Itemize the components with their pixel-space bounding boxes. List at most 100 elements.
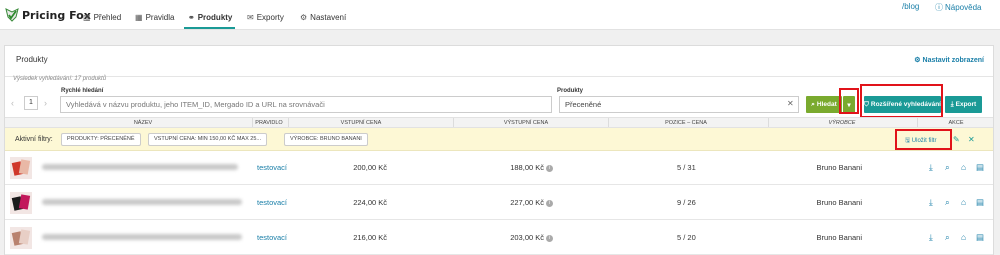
- store-icon[interactable]: ▤: [976, 197, 984, 208]
- column-header-name[interactable]: NÁZEV: [134, 120, 152, 126]
- page-number[interactable]: 1: [24, 96, 38, 110]
- filter-chip[interactable]: PRODUKTY: PŘECENĚNÉ: [61, 133, 141, 146]
- bank-icon[interactable]: ⌂: [961, 232, 966, 242]
- nav-label: Produkty: [197, 12, 233, 22]
- output-price-cell: 203,00 Kč i: [465, 233, 553, 242]
- export-label: Export: [955, 101, 977, 108]
- divider: [252, 118, 253, 127]
- output-price-cell: 227,00 Kč i: [465, 198, 553, 207]
- clear-icon[interactable]: ✕: [787, 99, 794, 108]
- divider: [608, 118, 609, 127]
- help-label: Nápověda: [945, 3, 982, 12]
- save-filter-button[interactable]: 🖫 Uložit filtr: [905, 136, 936, 146]
- input-price: 200,00 Kč: [353, 163, 387, 172]
- zoom-icon[interactable]: ⌕: [945, 232, 950, 243]
- fox-logo-icon: [5, 8, 19, 22]
- filter-chip[interactable]: VSTUPNÍ CENA: MIN 150,00 KČ MAX 25...: [148, 133, 267, 146]
- envelope-icon: ✉: [247, 12, 254, 22]
- zoom-icon[interactable]: ⌕: [945, 162, 950, 173]
- position-price: 9 / 26: [677, 198, 696, 207]
- zoom-icon[interactable]: ⌕: [945, 197, 950, 208]
- active-filters-label: Aktivní filtry:: [15, 136, 53, 143]
- product-thumbnail: [10, 192, 32, 214]
- filter-icon: ⛉: [864, 100, 869, 108]
- display-settings-label: Nastavit zobrazení: [922, 57, 984, 64]
- info-icon[interactable]: i: [546, 164, 553, 172]
- thumb-shape: [18, 194, 31, 210]
- products-select[interactable]: Přeceněné: [559, 96, 799, 113]
- filter-chip[interactable]: VÝROBCE: BRUNO BANANI: [284, 133, 368, 146]
- column-header-actions: AKCE: [948, 120, 964, 126]
- info-icon[interactable]: i: [546, 234, 553, 242]
- quick-search-label: Rychlé hledání: [61, 88, 104, 94]
- position-price: 5 / 31: [677, 163, 696, 172]
- divider: [5, 76, 993, 77]
- info-icon[interactable]: i: [546, 199, 553, 207]
- nav-label: Pravidla: [145, 12, 175, 22]
- output-price: 227,00 Kč: [510, 198, 544, 207]
- divider: [453, 118, 454, 127]
- download-icon[interactable]: ⤓: [929, 162, 933, 173]
- save-icon: 🖫: [905, 138, 911, 144]
- manufacturer: Bruno Banani: [816, 233, 862, 242]
- column-header-manufacturer[interactable]: VÝROBCE: [829, 120, 856, 126]
- nav-item-produkty[interactable]: ⚭ Produkty: [188, 10, 232, 24]
- table-icon: ▦: [135, 12, 143, 22]
- products-filter-label: Produkty: [557, 88, 584, 94]
- search-icon: ⌕: [811, 100, 815, 108]
- download-icon: ⤓: [950, 100, 954, 108]
- display-settings-button[interactable]: ⚙ Nastavit zobrazení: [914, 56, 984, 64]
- rule-link[interactable]: testovací: [257, 198, 287, 207]
- position-price: 5 / 20: [677, 233, 696, 242]
- bank-icon[interactable]: ⌂: [961, 197, 966, 207]
- download-icon[interactable]: ⤓: [929, 197, 933, 208]
- cogs-icon: ⚙: [914, 57, 921, 64]
- rule-link[interactable]: testovací: [257, 233, 287, 242]
- search-button[interactable]: ⌕ Hledat: [806, 96, 842, 113]
- edit-icon[interactable]: ✎: [953, 135, 960, 144]
- quick-search-input[interactable]: Vyhledává v názvu produktu, jeho ITEM_ID…: [60, 96, 552, 113]
- nav-item-pravidla[interactable]: ▦ Pravidla: [135, 10, 174, 24]
- logo[interactable]: Pricing Fox: [5, 6, 91, 24]
- prev-page-icon[interactable]: ‹: [11, 98, 14, 108]
- advanced-search-button[interactable]: ⛉ Rozšířené vyhledávání: [864, 96, 941, 113]
- nav-label: Přehled: [93, 12, 122, 22]
- table-row[interactable]: testovací 200,00 Kč 188,00 Kč i 5 / 31 Br…: [5, 151, 993, 185]
- thumb-shape: [18, 159, 31, 175]
- bank-icon[interactable]: ⌂: [961, 162, 966, 172]
- table-header: NÁZEV PRAVIDLO VSTUPNÍ CENA VÝSTUPNÍ CEN…: [5, 117, 993, 128]
- blog-link[interactable]: /blog: [902, 2, 919, 11]
- search-button-label: Hledat: [816, 101, 837, 108]
- bar-chart-icon: ▥: [83, 12, 91, 22]
- next-page-icon[interactable]: ›: [44, 98, 47, 108]
- table-row[interactable]: testovací 216,00 Kč 203,00 Kč i 5 / 20 Br…: [5, 221, 993, 255]
- output-price-cell: 188,00 Kč i: [465, 163, 553, 172]
- store-icon[interactable]: ▤: [976, 162, 984, 173]
- input-price: 216,00 Kč: [353, 233, 387, 242]
- product-thumbnail: [10, 227, 32, 249]
- nav-item-exporty[interactable]: ✉ Exporty: [247, 10, 284, 24]
- rule-link[interactable]: testovací: [257, 163, 287, 172]
- table-row[interactable]: testovací 224,00 Kč 227,00 Kč i 9 / 26 Br…: [5, 186, 993, 220]
- close-icon[interactable]: ✕: [968, 135, 975, 144]
- save-filter-label: Uložit filtr: [911, 138, 937, 144]
- column-header-rule[interactable]: PRAVIDLO: [255, 120, 282, 126]
- column-header-position[interactable]: POZICE – CENA: [665, 120, 707, 126]
- help-icon: ⓘ: [935, 3, 943, 12]
- help-link[interactable]: ⓘ Nápověda: [935, 2, 981, 13]
- thumb-shape: [18, 229, 31, 245]
- column-header-output-price[interactable]: VÝSTUPNÍ CENA: [504, 120, 548, 126]
- nav-item-nastaveni[interactable]: ⚙ Nastavení: [300, 10, 346, 24]
- nav-label: Exporty: [256, 12, 284, 22]
- export-button[interactable]: ⤓ Export: [945, 96, 982, 113]
- store-icon[interactable]: ▤: [976, 232, 984, 243]
- nav-item-prehled[interactable]: ▥ Přehled: [83, 10, 121, 24]
- product-name-redacted: [42, 234, 242, 240]
- search-dropdown-button[interactable]: ▾: [843, 96, 855, 113]
- output-price: 203,00 Kč: [510, 233, 544, 242]
- manufacturer: Bruno Banani: [816, 198, 862, 207]
- product-name-redacted: [42, 199, 242, 205]
- column-header-input-price[interactable]: VSTUPNÍ CENA: [341, 120, 382, 126]
- download-icon[interactable]: ⤓: [929, 232, 933, 243]
- active-tab-indicator: [184, 27, 235, 29]
